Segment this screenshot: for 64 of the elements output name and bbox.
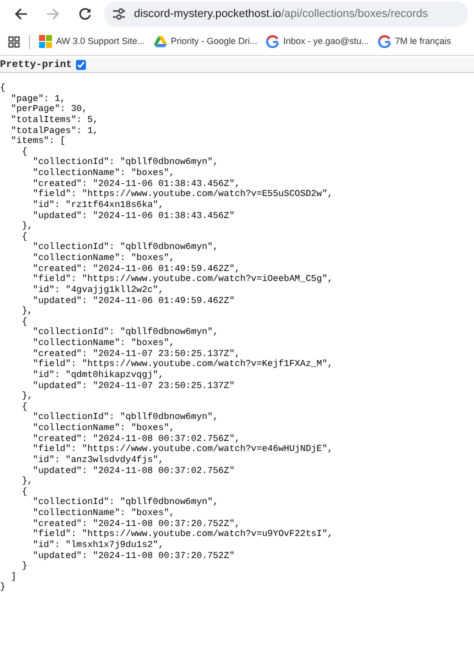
site-settings-icon[interactable] [112, 8, 126, 20]
code-line: }, [20, 391, 34, 402]
pretty-print-label: Pretty-print [0, 58, 72, 72]
code-line: "id": "qdmt0hikapzvqgj", [32, 370, 165, 380]
code-line: "updated": "2024-11-07 23:50:25.137Z" [32, 380, 236, 392]
code-line: "updated": "2024-11-06 01:49:59.462Z" [32, 296, 236, 306]
code-line: }, [20, 306, 34, 317]
squares-icon [39, 35, 52, 48]
code-line: "collectionName": "boxes", [32, 338, 176, 349]
code-line: "id": "4gvajjg1kll2w2c", [32, 284, 165, 296]
code-line: "id": "anz3wlsdvdy4fjs", [32, 454, 165, 466]
code-line: { [20, 402, 28, 412]
code-line: "updated": "2024-11-08 00:37:20.752Z" [32, 550, 236, 562]
bookmark[interactable]: Inbox - ye.gao@stu... [266, 34, 369, 48]
code-line: "field": "https://www.youtube.com/watch?v=Kejf1FXAz_M", [32, 359, 334, 370]
code-line: "field": "https://www.youtube.com/watch?v=iOeebAM_C5g", [32, 274, 334, 285]
triangle-icon [154, 35, 167, 48]
code-line: "updated": "2024-11-08 00:37:02.756Z" [32, 466, 236, 476]
code-line: "collectionId": "qbllf0dbnow6myn", [32, 412, 220, 423]
code-line: "collectionName": "boxes", [32, 168, 176, 179]
back-icon [14, 7, 28, 21]
code-line: "field": "https://www.youtube.com/watch?v=u9YOvF22tsI", [32, 529, 334, 540]
code-line: "perPage": 30, [10, 104, 88, 115]
code-line: "collectionName": "boxes", [32, 253, 176, 264]
bookmark[interactable]: 7M le français [378, 34, 451, 48]
code-line: "page": 1, [10, 94, 66, 104]
code-line: "field": "https://www.youtube.com/watch?v=E55uSCOSD2w", [32, 189, 334, 200]
code-line: } [20, 561, 28, 572]
code-line: "collectionId": "qbllf0dbnow6myn", [32, 327, 220, 338]
code-line: "field": "https://www.youtube.com/watch?v=e46wHUjNDjE", [32, 444, 334, 455]
code-line: "collectionId": "qbllf0dbnow6myn", [32, 497, 220, 508]
code-line: "totalItems": 5, [10, 114, 100, 126]
code-line: { [20, 146, 28, 158]
code-line: { [20, 486, 28, 498]
code-line: "collectionId": "qbllf0dbnow6myn", [32, 242, 220, 253]
code-line: "created": "2024-11-08 00:37:20.752Z", [32, 518, 242, 529]
code-line: } [0, 582, 6, 593]
code-line: "collectionName": "boxes", [32, 423, 176, 434]
code-line: { [20, 316, 28, 328]
apps-grid-icon[interactable] [8, 36, 20, 48]
code-line: "items": [ [10, 136, 66, 147]
address-bar[interactable]: discord-mystery.pockethost.io/api/collections/boxes/records [104, 1, 468, 27]
bookmark[interactable]: AW 3.0 Support Site... [39, 34, 145, 48]
bookmark[interactable]: Priority - Google Dri... [154, 34, 258, 48]
ring-icon [266, 35, 280, 48]
code-line: "created": "2024-11-06 01:49:59.462Z", [32, 264, 242, 274]
forward-icon [46, 7, 60, 21]
ring-icon [378, 35, 391, 48]
code-line: "collectionName": "boxes", [32, 508, 176, 519]
code-line: "created": "2024-11-07 23:50:25.137Z", [32, 348, 242, 359]
code-line: "id": "lmsxh1x7j9du1s2", [32, 540, 165, 550]
code-line: }, [20, 476, 34, 487]
code-line: "id": "rz1tf64xn18s6ka", [32, 200, 165, 210]
reload-icon [78, 7, 92, 21]
code-line: ] [10, 572, 18, 582]
code-line: "collectionId": "qbllf0dbnow6myn", [32, 157, 220, 168]
code-line: "updated": "2024-11-06 01:38:43.456Z" [32, 210, 236, 222]
code-line: { [0, 83, 6, 94]
pretty-print-checkbox[interactable] [76, 60, 86, 70]
code-line: { [20, 232, 28, 242]
code-line: "created": "2024-11-06 01:38:43.456Z", [32, 178, 242, 189]
code-line: "totalPages": 1, [10, 126, 100, 136]
code-line: "created": "2024-11-08 00:37:02.756Z", [32, 434, 242, 444]
code-line: }, [20, 221, 34, 232]
